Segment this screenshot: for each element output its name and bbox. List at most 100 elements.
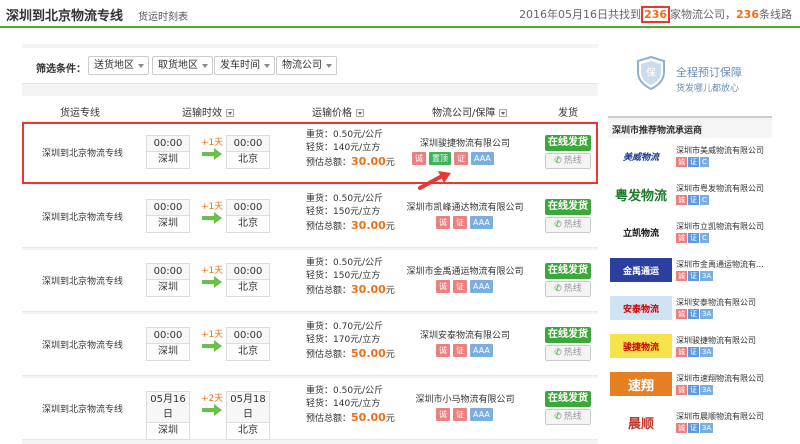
badge[interactable]: 诚 <box>436 344 450 357</box>
departure-box: 00:00 深圳 <box>146 327 190 361</box>
company-name[interactable]: 深圳市小马物流有限公司 <box>400 392 530 405</box>
arrival-city: 北京 <box>227 344 269 360</box>
results-panel: 筛选条件： 送货地区 取货地区 发车时间 物流公司 货运专线 运输时效 运输价格… <box>22 44 598 444</box>
recommended-company[interactable]: 立凯物流 深圳市立凯物流有限公司 诚证C <box>608 220 772 246</box>
hotline-button[interactable]: ✆ 热线 <box>545 281 591 297</box>
sort-icon[interactable] <box>499 109 508 117</box>
company-name[interactable]: 深圳骏捷物流有限公司 <box>400 136 530 149</box>
badge[interactable]: AAA <box>470 344 493 357</box>
badge: 诚 <box>676 309 687 319</box>
company-name[interactable]: 深圳骏捷物流有限公司 <box>676 335 772 346</box>
badge: 证 <box>688 157 699 167</box>
company-logo[interactable]: 美威物流 <box>610 144 672 168</box>
company-dropdown[interactable]: 物流公司 <box>276 56 337 75</box>
recommended-company[interactable]: 安泰物流 深圳安泰物流有限公司 诚证 3A <box>608 296 772 322</box>
arrival-city: 北京 <box>227 280 269 296</box>
heavy-price: 重货：0.50元/公斤 <box>306 258 384 268</box>
phone-icon: ✆ <box>554 220 562 230</box>
arrow-right-icon <box>202 212 222 224</box>
company-name[interactable]: 深圳安泰物流有限公司 <box>400 328 530 341</box>
company-name[interactable]: 深圳市粤发物流有限公司 <box>676 183 772 194</box>
badge-group: 诚证C <box>676 195 709 205</box>
estimated-total: 预估总额：30.00元 <box>306 283 395 296</box>
table-row[interactable]: 深圳到北京物流专线 00:00 深圳 +1天 00:00 北京 重货：0.50元… <box>22 250 598 312</box>
table-row[interactable]: 深圳到北京物流专线 00:00 深圳 +1天 00:00 北京 重货：0.50元… <box>22 122 598 184</box>
sort-icon[interactable] <box>226 109 234 117</box>
recommended-company[interactable]: 速翔 深圳市速翔物流有限公司 诚证 3A <box>608 372 772 398</box>
recommended-company[interactable]: 粤发物流 深圳市粤发物流有限公司 诚证C <box>608 182 772 208</box>
hotline-button[interactable]: ✆ 热线 <box>545 217 591 233</box>
badge-group: 诚证 AAA <box>436 408 493 422</box>
company-name[interactable]: 深圳市美威物流有限公司 <box>676 145 772 156</box>
route-link[interactable]: 深圳到北京物流专线 <box>42 210 123 223</box>
company-name[interactable]: 深圳市晨顺物流有限公司 <box>676 411 772 422</box>
ship-online-button[interactable]: 在线发货 <box>545 263 591 279</box>
company-name[interactable]: 深圳市立凯物流有限公司 <box>676 221 772 232</box>
badge[interactable]: AAA <box>471 152 494 165</box>
arrival-city: 北京 <box>227 423 269 439</box>
recommended-company[interactable]: 金禹通运 深圳市金禹通运物流有... 诚证 3A <box>608 258 772 284</box>
sort-icon[interactable] <box>356 109 364 117</box>
badge[interactable]: 诚 <box>436 216 450 229</box>
company-name[interactable]: 深圳市速翔物流有限公司 <box>676 373 772 384</box>
company-logo[interactable]: 骏捷物流 <box>610 334 672 358</box>
col-transit[interactable]: 运输时效 <box>182 104 234 119</box>
badge[interactable]: 诚 <box>436 280 450 293</box>
company-name[interactable]: 深圳市凯峰通达物流有限公司 <box>400 200 530 213</box>
hotline-button[interactable]: ✆ 热线 <box>545 345 591 361</box>
company-logo[interactable]: 安泰物流 <box>610 296 672 320</box>
table-row[interactable]: 深圳到北京物流专线 05月16日 深圳 +2天 05月18日 北京 重货：0.5… <box>22 378 598 440</box>
phone-icon: ✆ <box>554 284 562 294</box>
ship-online-button[interactable]: 在线发货 <box>545 327 591 343</box>
price-info: 重货：0.70元/公斤 轻货：170元/立方 预估总额：50.00元 <box>306 321 395 362</box>
badge[interactable]: 证 <box>453 344 467 357</box>
departure-time-dropdown[interactable]: 发车时间 <box>214 56 275 75</box>
recommended-company[interactable]: 晨顺 深圳市晨顺物流有限公司 诚证 3A <box>608 410 772 436</box>
departure-city: 深圳 <box>147 216 189 232</box>
badge[interactable]: AAA <box>470 216 493 229</box>
company-name[interactable]: 深圳安泰物流有限公司 <box>676 297 772 308</box>
recommended-company[interactable]: 美威物流 深圳市美威物流有限公司 诚证C <box>608 144 772 170</box>
chevron-down-icon <box>264 64 270 68</box>
guarantee-banner[interactable]: 保 全程预订保障 货发哪儿都放心 <box>608 44 772 108</box>
heavy-price: 重货：0.50元/公斤 <box>306 386 384 396</box>
hotline-button[interactable]: ✆ 热线 <box>545 153 591 169</box>
arrow-right-icon <box>202 276 222 288</box>
col-price[interactable]: 运输价格 <box>312 104 364 119</box>
company-name[interactable]: 深圳市金禹通运物流有... <box>676 259 772 270</box>
company-logo[interactable]: 晨顺 <box>610 410 672 434</box>
recommended-company[interactable]: 骏捷物流 深圳骏捷物流有限公司 诚证 3A <box>608 334 772 360</box>
company-logo[interactable]: 速翔 <box>610 372 672 396</box>
badge[interactable]: AAA <box>470 408 493 421</box>
company-logo[interactable]: 粤发物流 <box>610 182 672 206</box>
badge[interactable]: 证 <box>453 408 467 421</box>
route-link[interactable]: 深圳到北京物流专线 <box>42 402 123 415</box>
badge[interactable]: 诚 <box>412 152 426 165</box>
ship-online-button[interactable]: 在线发货 <box>545 391 591 407</box>
company-name[interactable]: 深圳市金禹通运物流有限公司 <box>400 264 530 277</box>
hotline-button[interactable]: ✆ 热线 <box>545 409 591 425</box>
badge[interactable]: 证 <box>453 280 467 293</box>
table-row[interactable]: 深圳到北京物流专线 00:00 深圳 +1天 00:00 北京 重货：0.70元… <box>22 314 598 376</box>
route-link[interactable]: 深圳到北京物流专线 <box>42 146 123 159</box>
badge[interactable]: 证 <box>454 152 468 165</box>
badge[interactable]: AAA <box>470 280 493 293</box>
badge: 诚 <box>676 157 687 167</box>
ship-online-button[interactable]: 在线发货 <box>545 135 591 151</box>
delivery-area-dropdown[interactable]: 送货地区 <box>88 56 149 75</box>
badge: 证 <box>688 271 699 281</box>
badge[interactable]: 证 <box>453 216 467 229</box>
route-link[interactable]: 深圳到北京物流专线 <box>42 274 123 287</box>
company-logo[interactable]: 立凯物流 <box>610 220 672 244</box>
price-info: 重货：0.50元/公斤 轻货：140元/立方 预估总额：30.00元 <box>306 129 395 170</box>
company-logo[interactable]: 金禹通运 <box>610 258 672 282</box>
estimated-total: 预估总额：30.00元 <box>306 155 395 168</box>
transit-days: +1天 <box>201 138 224 148</box>
table-row[interactable]: 深圳到北京物流专线 00:00 深圳 +1天 00:00 北京 重货：0.50元… <box>22 186 598 248</box>
pickup-area-dropdown[interactable]: 取货地区 <box>152 56 213 75</box>
col-company[interactable]: 物流公司/保障 <box>432 104 508 119</box>
ship-online-button[interactable]: 在线发货 <box>545 199 591 215</box>
route-link[interactable]: 深圳到北京物流专线 <box>42 338 123 351</box>
badge[interactable]: 置顶 <box>429 152 451 165</box>
badge[interactable]: 诚 <box>436 408 450 421</box>
